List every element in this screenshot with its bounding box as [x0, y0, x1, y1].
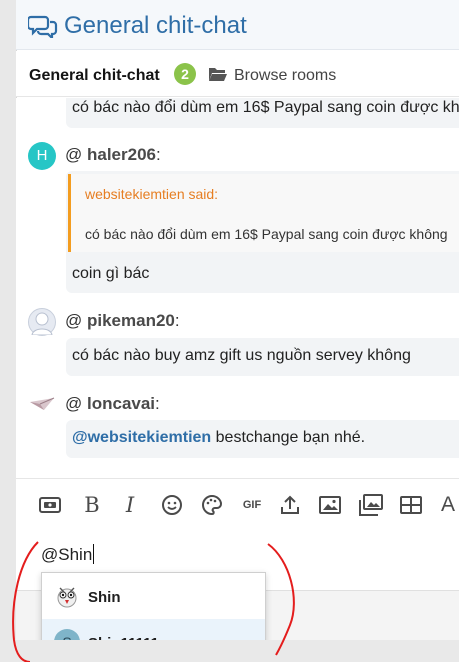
unread-badge: 2 — [174, 63, 196, 85]
text-caret — [93, 544, 95, 564]
browse-rooms-link[interactable]: Browse rooms — [208, 66, 336, 85]
autocomplete-item[interactable]: Shin — [42, 573, 265, 619]
message-author: @ loncavai: — [65, 394, 160, 414]
paper-plane-icon — [30, 397, 55, 410]
message-text: coin gì bác — [72, 265, 150, 282]
author-at: @ — [65, 394, 83, 413]
message-list[interactable]: có bác nào đổi dùm em 16$ Paypal sang co… — [16, 98, 459, 478]
message-text: có bác nào đổi dùm em 16$ Paypal sang co… — [72, 99, 459, 116]
message-bubble: websitekiemtien said: có bác nào đổi dùm… — [66, 171, 459, 293]
bird-avatar-icon — [54, 583, 80, 609]
message-bubble: có bác nào buy amz gift us nguồn servey … — [66, 338, 459, 376]
paper-plane-avatar-icon[interactable] — [28, 390, 56, 418]
message-bubble: có bác nào đổi dùm em 16$ Paypal sang co… — [66, 98, 459, 128]
comments-icon — [28, 15, 58, 38]
author-colon: : — [156, 145, 161, 164]
emoji-icon[interactable] — [160, 493, 184, 517]
table-icon[interactable] — [399, 493, 423, 517]
message-text: bestchange bạn nhé. — [211, 429, 366, 446]
avatar[interactable]: H — [28, 142, 56, 170]
upload-icon[interactable] — [278, 493, 302, 517]
bird-icon — [57, 587, 77, 608]
editor-toolbar: B I GIF A — [16, 478, 459, 530]
browse-rooms-label: Browse rooms — [234, 67, 337, 84]
room-name[interactable]: General chit-chat — [29, 67, 160, 85]
quote-block: websitekiemtien said: có bác nào đổi dùm… — [68, 174, 459, 252]
editor-value: @Shin — [41, 545, 93, 564]
folder-open-icon — [209, 68, 227, 81]
gallery-icon[interactable] — [358, 493, 384, 517]
quote-text: có bác nào đổi dùm em 16$ Paypal sang co… — [85, 226, 448, 242]
media-icon[interactable] — [38, 493, 62, 517]
image-icon[interactable] — [318, 493, 342, 517]
user-silhouette-icon — [31, 312, 53, 336]
user-mention[interactable]: @websitekiemtien — [72, 429, 211, 446]
author-at: @ — [65, 145, 83, 164]
page-footer-strip — [0, 640, 459, 662]
quote-author[interactable]: websitekiemtien said: — [85, 186, 218, 202]
author-name[interactable]: loncavai — [87, 394, 155, 413]
message-author: @ haler206: — [65, 145, 161, 165]
message-bubble: @websitekiemtien bestchange bạn nhé. — [66, 420, 459, 458]
italic-button[interactable]: I — [120, 493, 140, 517]
default-user-avatar-icon[interactable] — [28, 308, 56, 336]
chat-window: General chit-chat General chit-chat 2 Br… — [0, 0, 459, 662]
font-button[interactable]: A — [436, 493, 459, 517]
gif-button[interactable]: GIF — [239, 493, 265, 517]
message-text: có bác nào buy amz gift us nguồn servey … — [72, 347, 411, 364]
header: General chit-chat — [16, 0, 459, 50]
autocomplete-name: Shin — [88, 589, 121, 606]
author-name[interactable]: pikeman20 — [87, 311, 175, 330]
author-colon: : — [174, 311, 180, 330]
author-at: @ — [65, 311, 83, 330]
author-name[interactable]: haler206 — [87, 145, 156, 164]
editor-input[interactable]: @Shin — [41, 544, 95, 565]
palette-icon[interactable] — [200, 493, 224, 517]
message-author: @ pikeman20: — [65, 311, 180, 331]
page-title: General chit-chat — [64, 12, 247, 39]
bold-button[interactable]: B — [82, 493, 102, 517]
room-bar: General chit-chat 2 Browse rooms — [16, 51, 459, 97]
author-colon: : — [155, 394, 160, 413]
